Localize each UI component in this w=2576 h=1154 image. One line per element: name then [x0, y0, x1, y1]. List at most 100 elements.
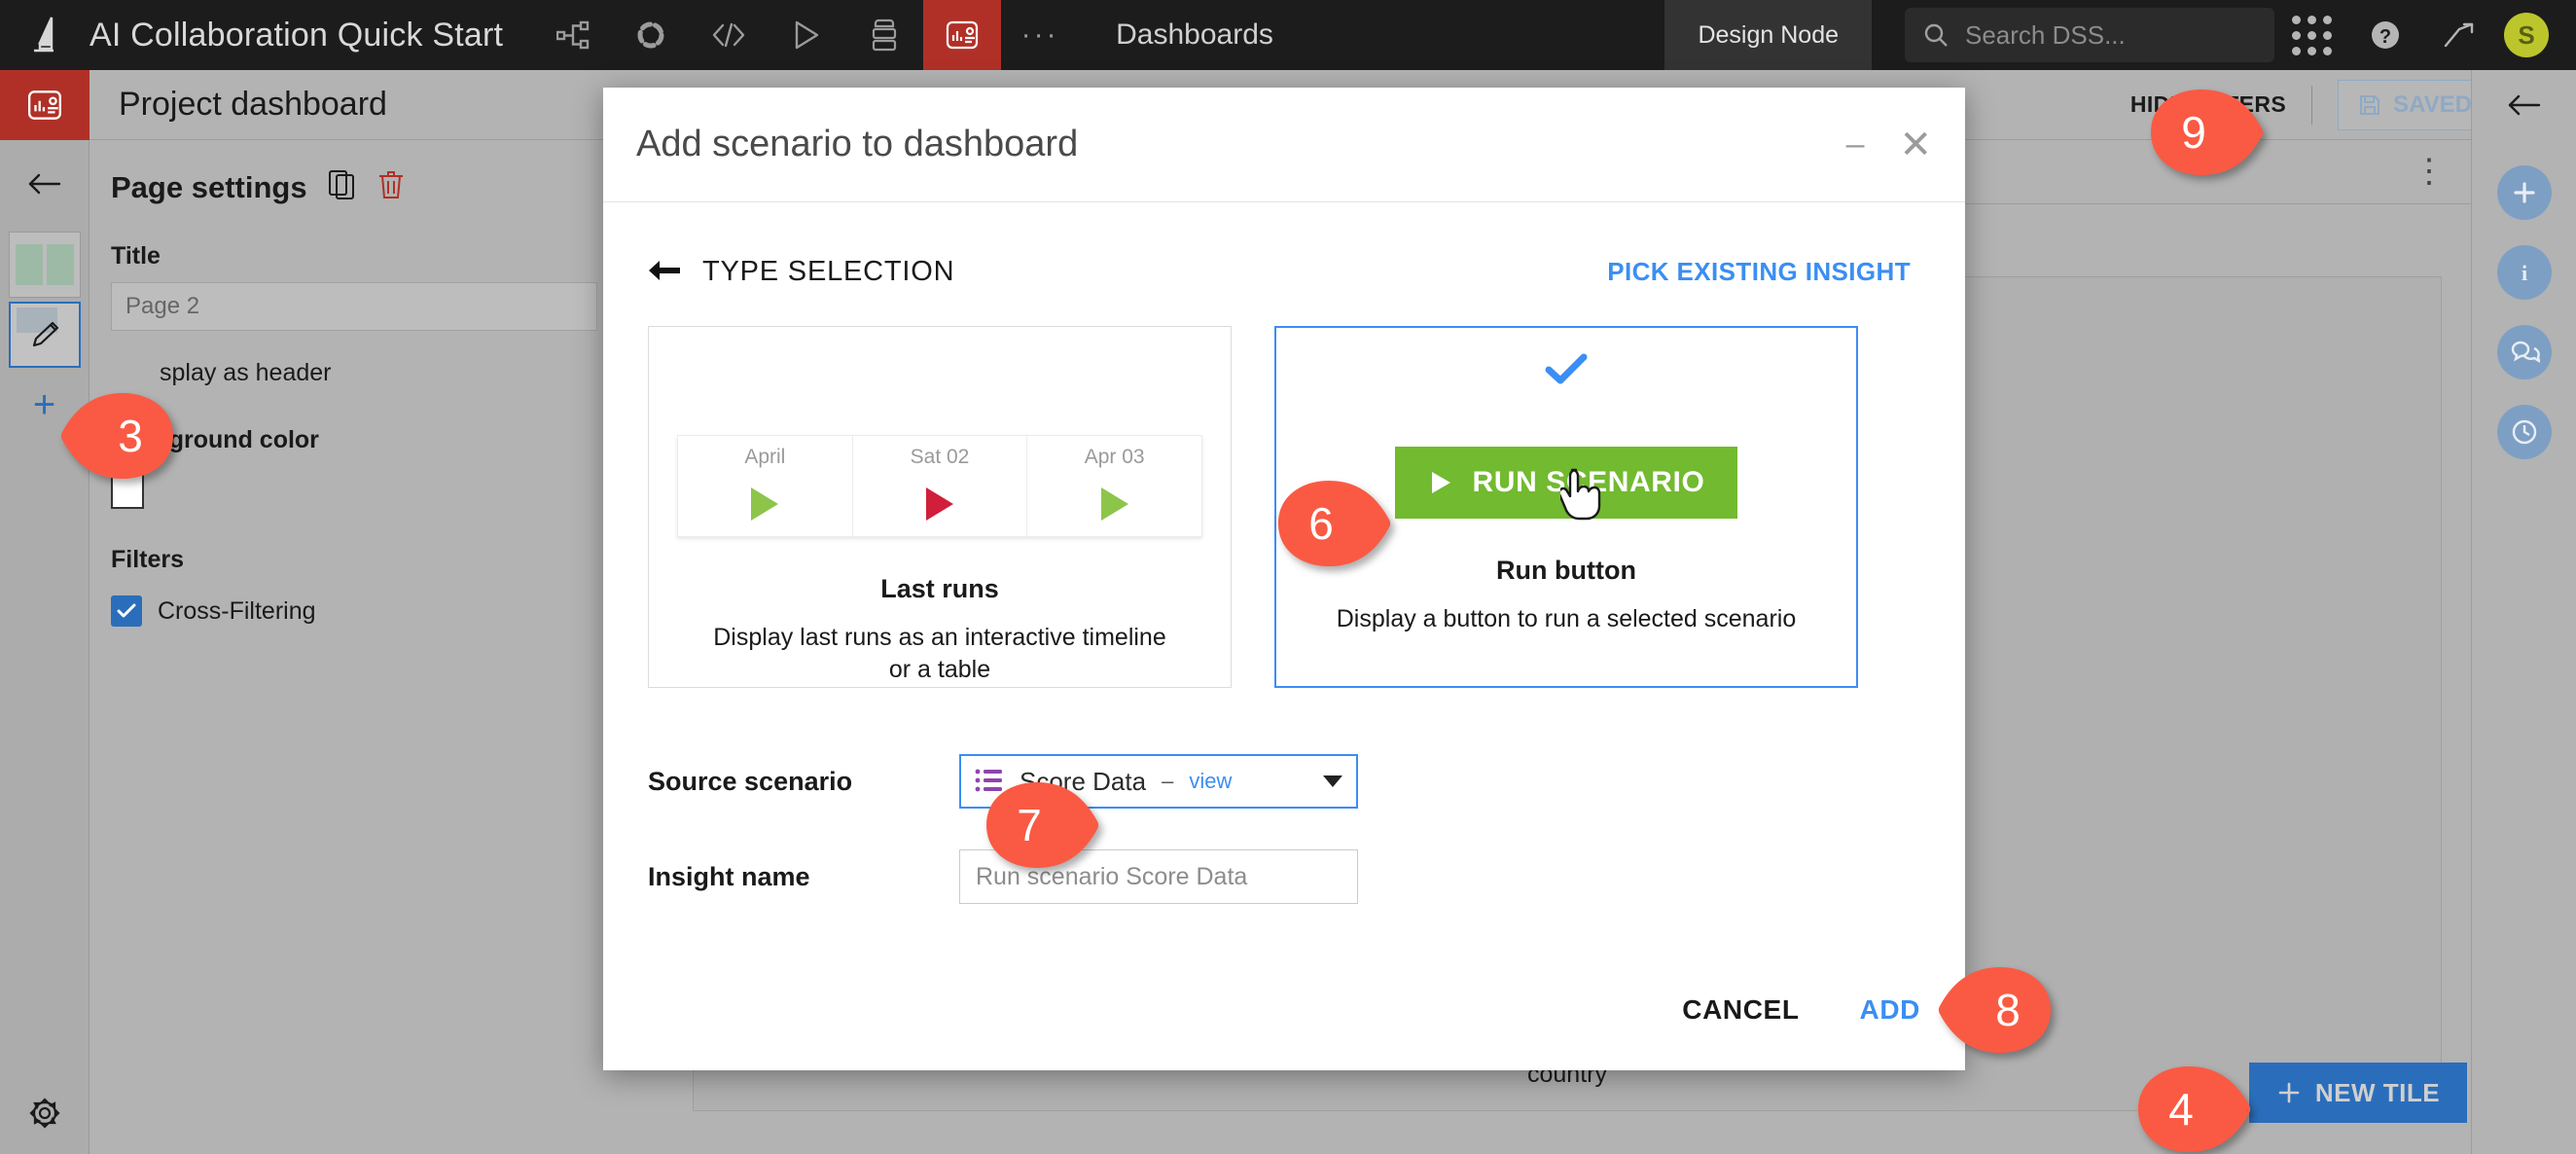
card-last-runs[interactable]: April Sat 02 Apr 03 Last runs Display la…: [648, 326, 1232, 688]
svg-text:?: ?: [2379, 26, 2391, 48]
display-as-header-row[interactable]: splay as header: [111, 356, 673, 389]
dashboard-icon: [0, 69, 89, 140]
insight-name-row: Insight name Run scenario Score Data: [603, 849, 1965, 904]
play-triangle-icon: [1100, 487, 1128, 521]
collapse-panel-button[interactable]: [2472, 70, 2576, 140]
title-input[interactable]: Page 2: [111, 282, 597, 331]
svg-text:i: i: [2521, 261, 2526, 285]
timeline-column: Sat 02: [853, 436, 1028, 536]
check-icon: [1544, 351, 1589, 392]
more-dots-label: ···: [1020, 18, 1059, 51]
page-settings-panel: Page settings Title Page 2 splay as head…: [89, 140, 673, 1154]
thumb-block: [46, 244, 74, 285]
callout-badge-8: 8: [1934, 963, 2055, 1057]
card-description: Display last runs as an interactive time…: [713, 623, 1166, 684]
source-scenario-row: Source scenario Score Data – view: [603, 754, 1965, 809]
search-input[interactable]: Search DSS...: [1905, 8, 2274, 62]
flow-icon[interactable]: [534, 0, 612, 70]
deploy-icon[interactable]: [845, 0, 923, 70]
callout-badge-6: 6: [1274, 477, 1395, 570]
project-title[interactable]: AI Collaboration Quick Start: [89, 17, 503, 54]
history-icon[interactable]: [2496, 405, 2552, 459]
nav-section-label[interactable]: Dashboards: [1116, 18, 1273, 52]
callout-shape: [1278, 481, 1391, 566]
page-thumb-2[interactable]: [8, 302, 81, 368]
minimize-icon[interactable]: –: [1846, 126, 1865, 163]
discussions-icon[interactable]: [2496, 325, 2552, 379]
code-icon[interactable]: [690, 0, 768, 70]
page-thumb-1[interactable]: [8, 232, 81, 298]
timeline-status-failed: [853, 487, 1027, 521]
close-icon[interactable]: ✕: [1899, 123, 1932, 167]
add-scenario-modal: Add scenario to dashboard – ✕ TYPE SELEC…: [603, 88, 1965, 1070]
check-icon: [117, 603, 136, 618]
floppy-save-icon: [2360, 94, 2380, 115]
lab-icon[interactable]: [612, 0, 690, 70]
pencil-icon: [11, 304, 79, 366]
trend-up-icon[interactable]: [2422, 0, 2496, 70]
help-icon[interactable]: ?: [2348, 0, 2422, 70]
modal-breadcrumb-row: TYPE SELECTION PICK EXISTING INSIGHT: [603, 202, 1965, 291]
add-button[interactable]: ADD: [1860, 994, 1920, 1026]
timeline-label: Apr 03: [1084, 446, 1145, 469]
chevron-down-icon[interactable]: [1323, 775, 1342, 787]
pages-back-button[interactable]: [0, 140, 89, 228]
last-runs-preview: April Sat 02 Apr 03: [677, 435, 1202, 537]
search-placeholder: Search DSS...: [1965, 19, 2126, 50]
run-scenario-preview-button[interactable]: RUN SCENARIO: [1394, 447, 1738, 521]
card-title: Last runs: [880, 573, 999, 603]
trash-icon[interactable]: [377, 169, 405, 205]
background-color-label: Background color: [111, 426, 319, 453]
card-description: Display a button to run a selected scena…: [1336, 605, 1797, 632]
pages-rail: +: [0, 140, 89, 1154]
automation-icon[interactable]: [768, 0, 845, 70]
avatar[interactable]: S: [2504, 13, 2549, 57]
modal-actions: CANCEL ADD: [1682, 994, 1920, 1026]
plus-icon: [2278, 1082, 2300, 1103]
mouse-cursor-icon: [1557, 468, 1605, 532]
settings-gear-button[interactable]: [0, 1094, 89, 1133]
callout-shape: [1938, 967, 2051, 1053]
dataiku-logo-icon[interactable]: [0, 0, 89, 70]
modal-title: Add scenario to dashboard: [636, 124, 1079, 164]
more-icon[interactable]: ···: [1001, 0, 1079, 70]
top-navigation-bar: AI Collaboration Quick Start ··· Dashboa…: [0, 0, 2576, 70]
new-tile-button[interactable]: NEW TILE: [2249, 1063, 2467, 1123]
design-node-badge[interactable]: Design Node: [1664, 0, 1872, 70]
callout-badge-3: 3: [56, 389, 177, 483]
callout-badge-7: 7: [983, 778, 1103, 872]
display-as-header-checkbox[interactable]: [111, 356, 144, 389]
display-as-header-label: splay as header: [160, 358, 332, 386]
callout-shape: [2151, 90, 2264, 175]
callout-shape: [60, 393, 173, 479]
cross-filtering-row[interactable]: Cross-Filtering: [111, 595, 673, 627]
info-icon[interactable]: i: [2496, 245, 2552, 300]
add-icon[interactable]: [2496, 165, 2552, 220]
modal-header: Add scenario to dashboard – ✕: [603, 88, 1965, 202]
arrow-left-icon: [28, 173, 60, 195]
timeline-label: Sat 02: [910, 446, 970, 469]
right-side-rail: i: [2471, 70, 2576, 1154]
play-triangle-icon: [751, 487, 779, 521]
pick-existing-insight-link[interactable]: PICK EXISTING INSIGHT: [1607, 257, 1911, 287]
gear-icon: [29, 1098, 60, 1129]
kebab-menu-icon[interactable]: ⋮: [2413, 155, 2446, 189]
cross-filtering-checkbox[interactable]: [111, 595, 142, 627]
title-field-label: Title: [111, 242, 161, 270]
timeline-column: Apr 03: [1027, 436, 1201, 535]
apps-grid-icon[interactable]: [2274, 0, 2348, 70]
dashboards-icon[interactable]: [923, 0, 1002, 70]
arrow-left-icon: [2508, 94, 2540, 116]
thumb-block: [15, 244, 43, 285]
cancel-button[interactable]: CANCEL: [1682, 994, 1799, 1026]
source-scenario-dash: –: [1162, 769, 1174, 793]
subheader-divider: [2311, 85, 2313, 125]
duplicate-icon[interactable]: [328, 170, 356, 204]
page-settings-heading: Page settings: [111, 169, 307, 204]
page-settings-header: Page settings: [111, 169, 673, 205]
new-tile-label: NEW TILE: [2314, 1077, 2441, 1107]
modal-back-button[interactable]: [648, 253, 681, 291]
source-scenario-view-link[interactable]: view: [1189, 769, 1232, 794]
play-triangle-icon: [926, 487, 953, 521]
cross-filtering-label: Cross-Filtering: [158, 596, 316, 625]
